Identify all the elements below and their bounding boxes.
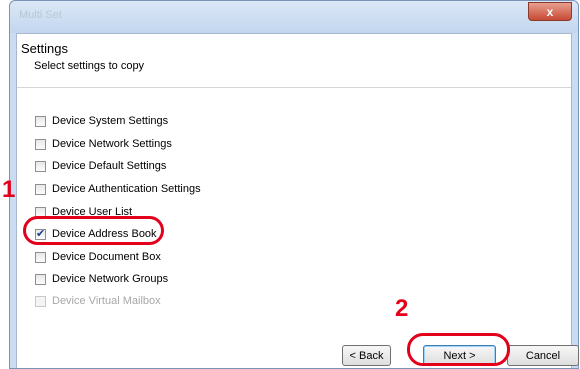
- wizard-window: Multi Set x Settings Select settings to …: [9, 0, 579, 369]
- option-label: Device Network Settings: [52, 138, 172, 150]
- highlight-ring-next: [407, 333, 510, 366]
- option-label: Device Default Settings: [52, 160, 167, 172]
- checkbox[interactable]: [35, 160, 46, 172]
- callout-step-1: 1: [2, 176, 16, 203]
- option-device-network-groups[interactable]: Device Network Groups: [35, 271, 168, 287]
- callout-step-2: 2: [395, 295, 409, 322]
- option-label: Device Network Groups: [52, 273, 169, 285]
- option-label: Device System Settings: [52, 115, 169, 127]
- option-device-network-settings[interactable]: Device Network Settings: [35, 136, 172, 152]
- option-label: Device Virtual Mailbox: [52, 295, 161, 307]
- checkbox[interactable]: [35, 251, 46, 263]
- option-device-document-box[interactable]: Device Document Box: [35, 249, 161, 265]
- option-label: Device Document Box: [52, 251, 161, 263]
- option-device-virtual-mailbox: Device Virtual Mailbox: [35, 293, 161, 309]
- window-title: Multi Set: [19, 9, 62, 21]
- page-subtitle: Select settings to copy: [34, 60, 145, 72]
- wizard-client-area: Settings Select settings to copy Device …: [16, 33, 579, 368]
- option-label: Device Authentication Settings: [52, 183, 201, 195]
- close-icon: x: [546, 4, 554, 19]
- checkbox[interactable]: [35, 273, 46, 285]
- checkbox[interactable]: [35, 138, 46, 150]
- wizard-header: Settings Select settings to copy: [17, 34, 571, 88]
- checkbox[interactable]: [35, 183, 46, 195]
- back-button[interactable]: < Back: [342, 345, 391, 366]
- checkbox-disabled: [35, 295, 46, 307]
- option-device-system-settings[interactable]: Device System Settings: [35, 113, 168, 129]
- cancel-button[interactable]: Cancel: [507, 345, 579, 366]
- highlight-ring-address-book: [23, 216, 164, 245]
- page-title: Settings: [21, 41, 68, 56]
- title-bar: Multi Set x: [10, 1, 578, 33]
- checkbox[interactable]: [35, 115, 46, 127]
- option-device-default-settings[interactable]: Device Default Settings: [35, 158, 166, 174]
- close-button[interactable]: x: [528, 2, 572, 21]
- option-device-authentication-settings[interactable]: Device Authentication Settings: [35, 181, 201, 197]
